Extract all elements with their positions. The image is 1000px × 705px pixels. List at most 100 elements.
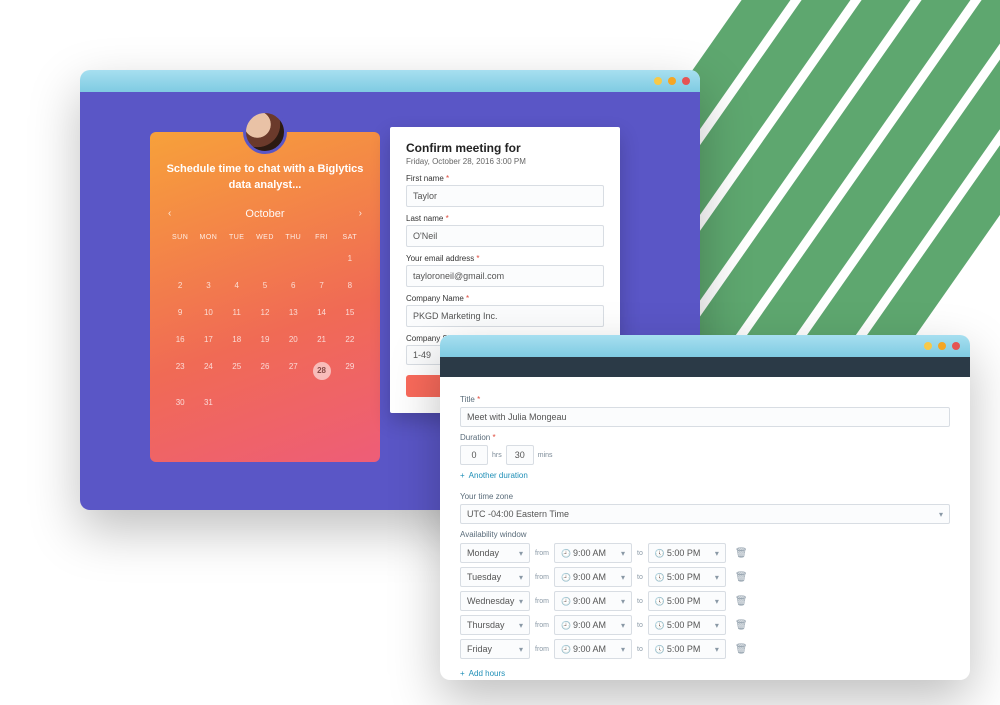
from-time-select[interactable]: 🕘9:00 AM▾: [554, 591, 632, 611]
availability-row: Tuesday▾from🕘9:00 AM▾to🕔5:00 PM▾🗑: [460, 567, 950, 587]
trash-icon[interactable]: 🗑: [735, 644, 748, 655]
calendar-day[interactable]: 18: [223, 326, 251, 353]
clock-icon: 🕔: [655, 549, 665, 558]
trash-icon[interactable]: 🗑: [735, 572, 748, 583]
prev-month-button[interactable]: ‹: [168, 208, 171, 219]
to-time-select[interactable]: 🕔5:00 PM▾: [648, 591, 726, 611]
day-select[interactable]: Thursday▾: [460, 615, 530, 635]
trash-icon[interactable]: 🗑: [735, 548, 748, 559]
chevron-down-icon: ▾: [519, 549, 523, 558]
to-time-select[interactable]: 🕔5:00 PM▾: [648, 567, 726, 587]
calendar-day[interactable]: 29: [336, 353, 364, 389]
from-time-select[interactable]: 🕘9:00 AM▾: [554, 615, 632, 635]
chevron-down-icon: ▾: [519, 621, 523, 630]
to-word: to: [637, 598, 643, 605]
calendar-day: [307, 389, 335, 416]
calendar-day[interactable]: 2: [166, 272, 194, 299]
chevron-down-icon: ▾: [519, 573, 523, 582]
day-select[interactable]: Tuesday▾: [460, 567, 530, 587]
duration-hours-input[interactable]: [460, 445, 488, 465]
minutes-unit: mins: [538, 452, 553, 459]
to-time-select[interactable]: 🕔5:00 PM▾: [648, 639, 726, 659]
calendar-card: Schedule time to chat with a Biglytics d…: [150, 132, 380, 462]
calendar-day[interactable]: 8: [336, 272, 364, 299]
from-word: from: [535, 598, 549, 605]
calendar-day[interactable]: 19: [251, 326, 279, 353]
trash-icon[interactable]: 🗑: [735, 596, 748, 607]
calendar-day[interactable]: 11: [223, 299, 251, 326]
calendar-day[interactable]: 27: [279, 353, 307, 389]
calendar-day[interactable]: 25: [223, 353, 251, 389]
company-input[interactable]: [406, 305, 604, 327]
calendar-day[interactable]: 31: [194, 389, 222, 416]
calendar-day[interactable]: 3: [194, 272, 222, 299]
calendar-day[interactable]: 10: [194, 299, 222, 326]
calendar-day: [194, 245, 222, 272]
clock-icon: 🕔: [655, 573, 665, 582]
day-select[interactable]: Friday▾: [460, 639, 530, 659]
clock-icon: 🕘: [561, 549, 571, 558]
next-month-button[interactable]: ›: [359, 208, 362, 219]
form-heading: Confirm meeting for: [406, 141, 604, 155]
calendar-day[interactable]: 1: [336, 245, 364, 272]
day-select[interactable]: Wednesday▾: [460, 591, 530, 611]
add-duration-link[interactable]: Another duration: [460, 471, 528, 480]
calendar-day[interactable]: 9: [166, 299, 194, 326]
trash-icon[interactable]: 🗑: [735, 620, 748, 631]
calendar-day[interactable]: 5: [251, 272, 279, 299]
calendar-day[interactable]: 20: [279, 326, 307, 353]
to-word: to: [637, 622, 643, 629]
clock-icon: 🕘: [561, 573, 571, 582]
calendar-day[interactable]: 21: [307, 326, 335, 353]
calendar-day[interactable]: 12: [251, 299, 279, 326]
calendar-day[interactable]: 28: [307, 353, 335, 389]
add-hours-link[interactable]: Add hours: [460, 669, 505, 678]
from-word: from: [535, 646, 549, 653]
from-time-select[interactable]: 🕘9:00 AM▾: [554, 543, 632, 563]
calendar-day[interactable]: 15: [336, 299, 364, 326]
to-time-select[interactable]: 🕔5:00 PM▾: [648, 543, 726, 563]
duration-minutes-input[interactable]: [506, 445, 534, 465]
from-word: from: [535, 574, 549, 581]
calendar-day[interactable]: 13: [279, 299, 307, 326]
calendar-day[interactable]: 24: [194, 353, 222, 389]
calendar-day[interactable]: 30: [166, 389, 194, 416]
timezone-select[interactable]: UTC -04:00 Eastern Time▾: [460, 504, 950, 524]
dow-label: TUE: [223, 230, 251, 245]
calendar-day: [223, 245, 251, 272]
calendar-day[interactable]: 23: [166, 353, 194, 389]
chevron-down-icon: ▾: [519, 597, 523, 606]
from-time-select[interactable]: 🕘9:00 AM▾: [554, 639, 632, 659]
calendar-day[interactable]: 16: [166, 326, 194, 353]
calendar-day: [251, 389, 279, 416]
calendar-day: [307, 245, 335, 272]
availability-row: Wednesday▾ from 🕘9:00 AM▾ to 🕔5:00 PM▾ 🗑: [460, 591, 950, 611]
chevron-down-icon: ▾: [621, 573, 625, 582]
first-name-input[interactable]: [406, 185, 604, 207]
title-input[interactable]: Meet with Julia Mongeau: [460, 407, 950, 427]
email-input[interactable]: [406, 265, 604, 287]
timezone-label: Your time zone: [460, 492, 950, 501]
from-time-select[interactable]: 🕘9:00 AM▾: [554, 567, 632, 587]
email-label: Your email address *: [406, 254, 604, 263]
calendar-day[interactable]: 4: [223, 272, 251, 299]
window-titlebar: [80, 70, 700, 92]
hours-unit: hrs: [492, 452, 502, 459]
last-name-input[interactable]: [406, 225, 604, 247]
calendar-day[interactable]: 26: [251, 353, 279, 389]
dow-label: THU: [279, 230, 307, 245]
availability-row: Monday▾from🕘9:00 AM▾to🕔5:00 PM▾🗑: [460, 543, 950, 563]
to-word: to: [637, 646, 643, 653]
calendar-day[interactable]: 22: [336, 326, 364, 353]
clock-icon: 🕘: [561, 621, 571, 630]
calendar-day: [279, 245, 307, 272]
day-select[interactable]: Monday▾: [460, 543, 530, 563]
clock-icon: 🕔: [655, 645, 665, 654]
calendar-day[interactable]: 7: [307, 272, 335, 299]
chevron-down-icon: ▾: [621, 549, 625, 558]
calendar-day[interactable]: 6: [279, 272, 307, 299]
window-dot-icon: [668, 77, 676, 85]
calendar-day[interactable]: 14: [307, 299, 335, 326]
to-time-select[interactable]: 🕔5:00 PM▾: [648, 615, 726, 635]
calendar-day[interactable]: 17: [194, 326, 222, 353]
